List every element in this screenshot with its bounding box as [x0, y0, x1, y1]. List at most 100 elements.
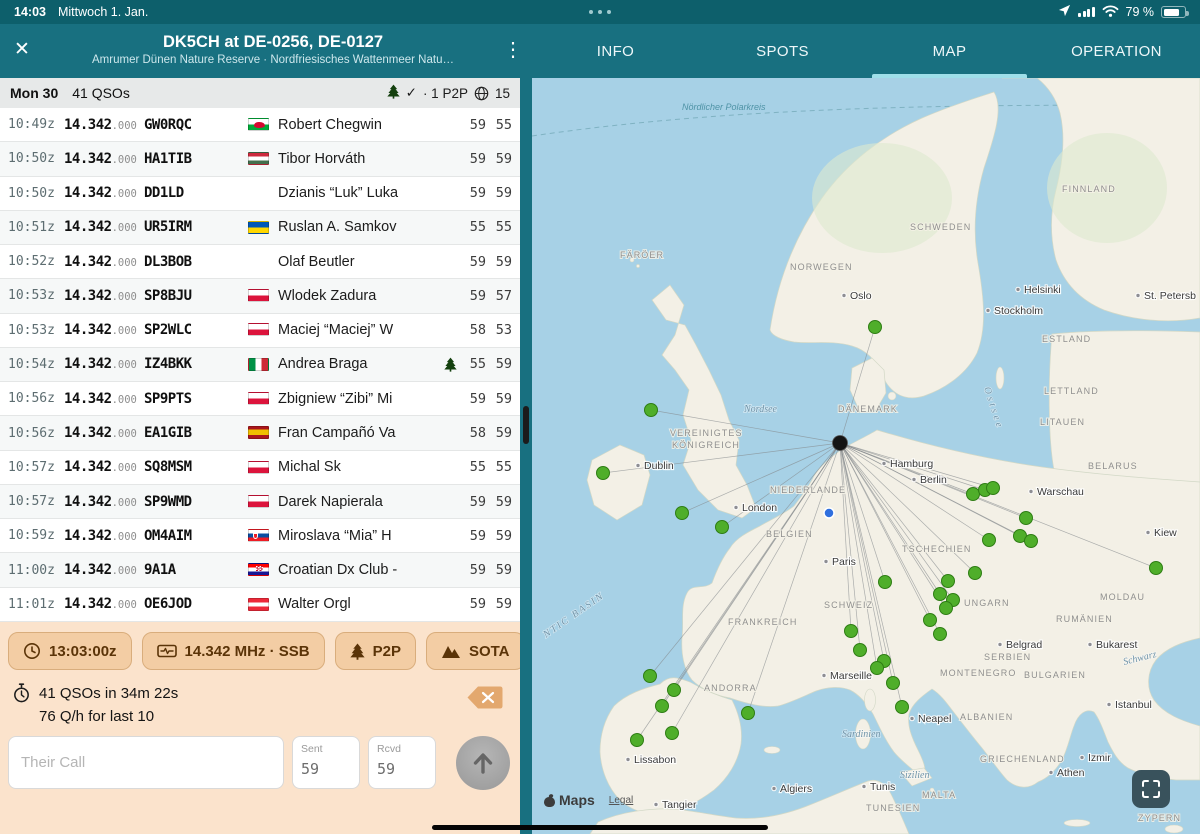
map-label-country: FÄRÖER [620, 250, 664, 260]
qso-marker[interactable] [1020, 512, 1033, 525]
tab-map[interactable]: MAP [866, 24, 1033, 78]
qso-marker[interactable] [666, 727, 679, 740]
legal-link[interactable]: Legal [609, 795, 633, 806]
qso-sent: 59 [460, 151, 486, 167]
qso-list: 10:49z14.342.000GW0RQCRobert Chegwin5955… [0, 108, 520, 622]
qso-marker[interactable] [668, 684, 681, 697]
home-location-marker[interactable] [824, 508, 834, 518]
app-root: 14:03 Mittwoch 1. Jan. 79 % ✕ DK5CH at D… [0, 0, 1200, 834]
tab-info[interactable]: INFO [532, 24, 699, 78]
city-dot [986, 308, 990, 312]
city-dot [654, 802, 658, 806]
qso-callsign: SP9PTS [144, 391, 248, 407]
qso-row[interactable]: 10:53z14.342.000SP8BJUWlodek Zadura5957 [0, 279, 520, 313]
qso-rcvd: 57 [486, 288, 512, 304]
qso-marker[interactable] [631, 734, 644, 747]
qso-marker[interactable] [1025, 535, 1038, 548]
qso-callsign: SP2WLC [144, 322, 248, 338]
qso-time: 10:59z [8, 528, 64, 543]
qso-row[interactable]: 10:52z14.342.000DL3BOBOlaf Beutler5959 [0, 245, 520, 279]
map-label-city: St. Petersb [1144, 290, 1196, 302]
qso-marker[interactable] [597, 467, 610, 480]
qso-time: 10:57z [8, 494, 64, 509]
qso-marker[interactable] [656, 700, 669, 713]
qso-marker[interactable] [887, 677, 900, 690]
map-label-country: FRANKREICH [728, 617, 798, 627]
qso-rcvd: 53 [486, 322, 512, 338]
qso-sent: 59 [460, 288, 486, 304]
qso-row[interactable]: 11:00z14.342.0009A1ACroatian Dx Club -59… [0, 553, 520, 587]
qso-marker[interactable] [676, 507, 689, 520]
qso-sent: 58 [460, 425, 486, 441]
qso-row[interactable]: 10:53z14.342.000SP2WLCMaciej “Maciej” W5… [0, 314, 520, 348]
qso-row[interactable]: 10:50z14.342.000HA1TIBTibor Horváth5959 [0, 142, 520, 176]
entry-chip-row: 13:03:00z 14.342 MHz · SSB P2P SOTA [8, 632, 520, 670]
qso-operator-name: Miroslava “Mia” H [278, 528, 440, 544]
qso-callsign: SP9WMD [144, 494, 248, 510]
qso-marker[interactable] [742, 707, 755, 720]
qso-marker[interactable] [845, 625, 858, 638]
qso-marker[interactable] [924, 614, 937, 627]
qso-row[interactable]: 10:57z14.342.000SQ8MSMMichal Sk5555 [0, 451, 520, 485]
city-dot [1107, 702, 1111, 706]
log-qso-button[interactable] [456, 736, 510, 790]
p2p-chip[interactable]: P2P [335, 632, 416, 670]
qso-marker[interactable] [940, 602, 953, 615]
map-label-country: VEREINIGTES [670, 428, 743, 438]
qso-row[interactable]: 11:01z14.342.000OE6JODWalter Orgl5959 [0, 588, 520, 622]
qso-marker[interactable] [879, 576, 892, 589]
close-button[interactable]: ✕ [14, 38, 44, 61]
qso-marker[interactable] [934, 588, 947, 601]
home-indicator[interactable] [432, 825, 768, 830]
qso-row[interactable]: 10:56z14.342.000SP9PTSZbigniew “Zibi” Mi… [0, 382, 520, 416]
qso-marker[interactable] [987, 482, 1000, 495]
panel-resize-handle[interactable] [523, 406, 529, 444]
backspace-button[interactable] [466, 685, 504, 713]
qso-rcvd: 59 [486, 425, 512, 441]
qso-marker[interactable] [983, 534, 996, 547]
qso-marker[interactable] [871, 662, 884, 675]
qso-marker[interactable] [969, 567, 982, 580]
qso-row[interactable]: 10:49z14.342.000GW0RQCRobert Chegwin5955 [0, 108, 520, 142]
qso-marker[interactable] [644, 670, 657, 683]
country-flag [248, 321, 278, 339]
qso-marker[interactable] [967, 488, 980, 501]
tab-spots[interactable]: SPOTS [699, 24, 866, 78]
qso-marker[interactable] [934, 628, 947, 641]
map-label-sea: Nordsee [743, 404, 778, 415]
qso-sent: 59 [460, 185, 486, 201]
station-marker[interactable] [833, 436, 848, 451]
city-dot [882, 461, 886, 465]
qso-marker[interactable] [716, 521, 729, 534]
rcvd-field[interactable]: Rcvd 59 [368, 736, 436, 789]
sent-field[interactable]: Sent 59 [292, 736, 360, 789]
qso-row[interactable]: 10:51z14.342.000UR5IRMRuslan A. Samkov55… [0, 211, 520, 245]
qso-marker[interactable] [645, 404, 658, 417]
qso-rate-primary: 41 QSOs in 34m 22s [39, 685, 178, 702]
europe-map[interactable]: Nördlicher PolarkreisFÄRÖERNORWEGENSCHWE… [532, 78, 1200, 834]
overflow-menu-button[interactable]: ⋮ [502, 37, 524, 62]
time-chip[interactable]: 13:03:00z [8, 632, 132, 670]
frequency-mode-chip[interactable]: 14.342 MHz · SSB [142, 632, 325, 670]
map-label-country: LETTLAND [1044, 386, 1099, 396]
map-label-country: BELARUS [1088, 461, 1138, 471]
fullscreen-button[interactable] [1132, 770, 1170, 808]
qso-row[interactable]: 10:59z14.342.000OM4AIMMiroslava “Mia” H5… [0, 519, 520, 553]
stopwatch-icon [12, 683, 31, 703]
qso-row[interactable]: 10:50z14.342.000DD1LDDzianis “Luk” Luka5… [0, 177, 520, 211]
qso-row[interactable]: 10:54z14.342.000IZ4BKKAndrea Braga5559 [0, 348, 520, 382]
qso-marker[interactable] [896, 701, 909, 714]
qso-marker[interactable] [854, 644, 867, 657]
their-call-input[interactable] [8, 736, 284, 789]
sota-chip[interactable]: SOTA [426, 632, 520, 670]
qso-frequency: 14.342.000 [64, 355, 144, 373]
qso-marker[interactable] [869, 321, 882, 334]
qso-sent: 59 [460, 528, 486, 544]
map-label-city: Athen [1057, 767, 1085, 779]
tab-operation[interactable]: OPERATION [1033, 24, 1200, 78]
map-label-country: MALTA [922, 790, 956, 800]
qso-row[interactable]: 10:57z14.342.000SP9WMDDarek Napierala595… [0, 485, 520, 519]
qso-row[interactable]: 10:56z14.342.000EA1GIBFran Campañó Va585… [0, 416, 520, 450]
qso-marker[interactable] [942, 575, 955, 588]
qso-marker[interactable] [1150, 562, 1163, 575]
